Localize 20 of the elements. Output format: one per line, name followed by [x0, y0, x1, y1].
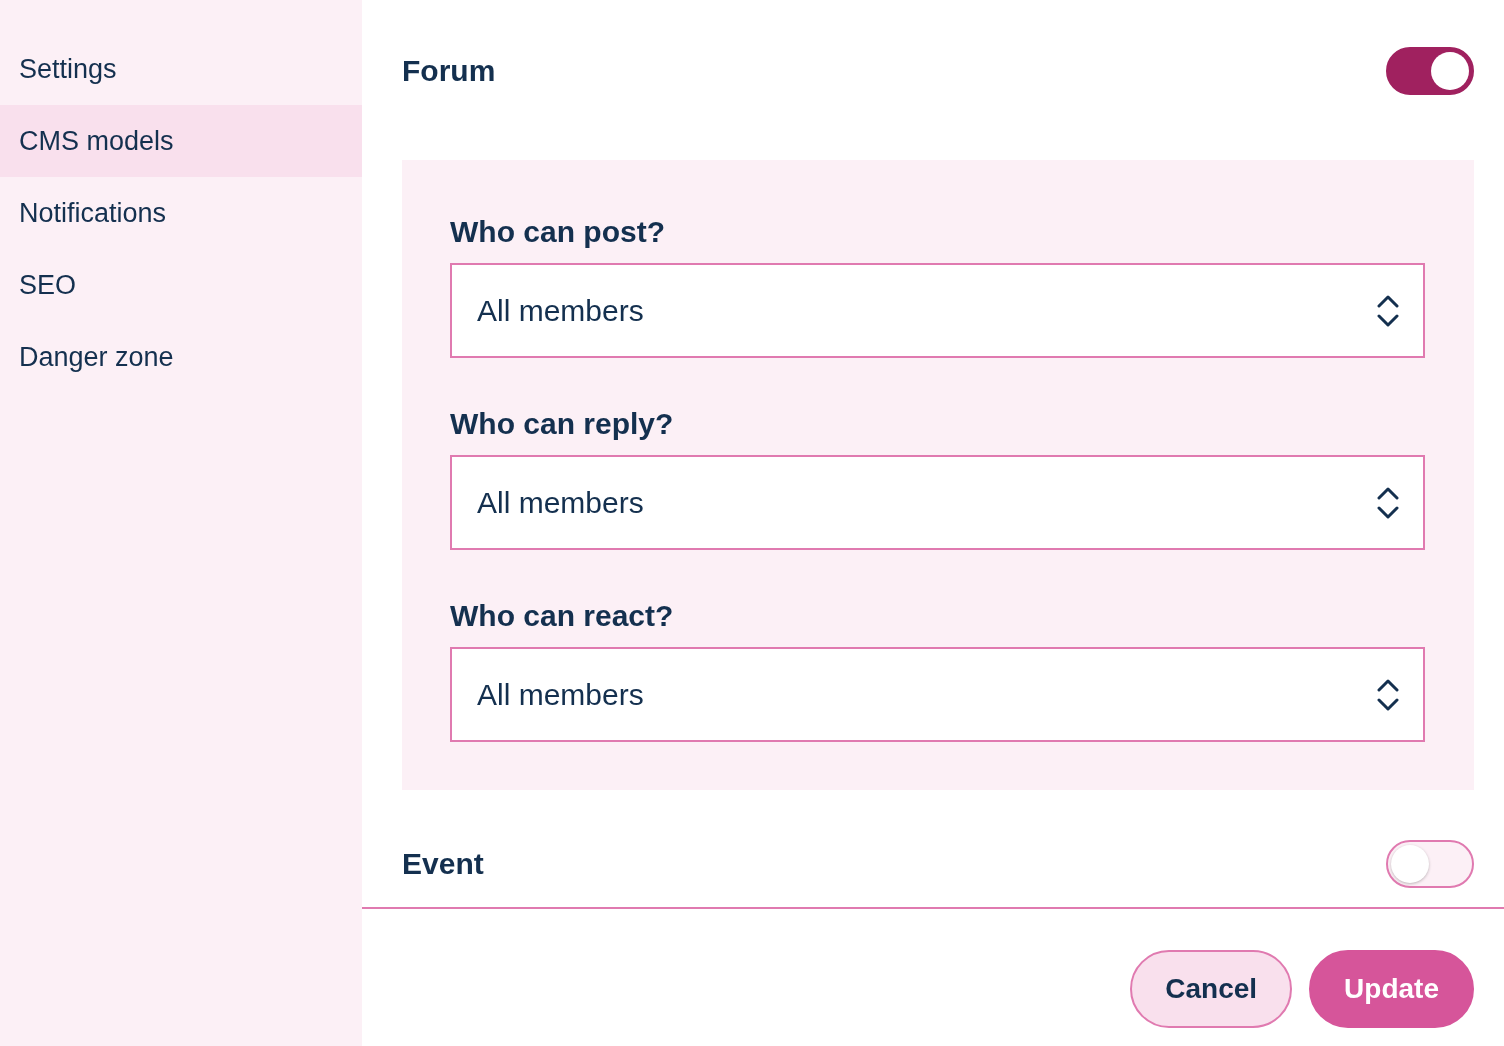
section-title: Event [402, 847, 484, 881]
sidebar-item[interactable]: SEO [0, 249, 362, 321]
sidebar-item[interactable]: Danger zone [0, 321, 362, 393]
sidebar-item[interactable]: Settings [0, 33, 362, 105]
field-label: Who can post? [450, 214, 666, 250]
section-title: Forum [402, 54, 496, 88]
sidebar-item[interactable]: Notifications [0, 177, 362, 249]
update-button[interactable]: Update [1309, 950, 1474, 1028]
select-field[interactable]: All members [450, 455, 1425, 550]
up-down-chevron-icon [1377, 677, 1399, 712]
toggle-switch[interactable] [1386, 47, 1474, 95]
toggle-switch[interactable] [1386, 840, 1474, 888]
up-down-chevron-icon [1377, 485, 1399, 520]
field-label: Who can react? [450, 598, 675, 634]
select-field[interactable]: All members [450, 263, 1425, 358]
up-down-chevron-icon [1377, 293, 1399, 328]
field-label: Who can reply? [450, 406, 675, 442]
sidebar-item[interactable]: CMS models [0, 105, 362, 177]
cancel-button[interactable]: Cancel [1130, 950, 1293, 1028]
select-field[interactable]: All members [450, 647, 1425, 742]
